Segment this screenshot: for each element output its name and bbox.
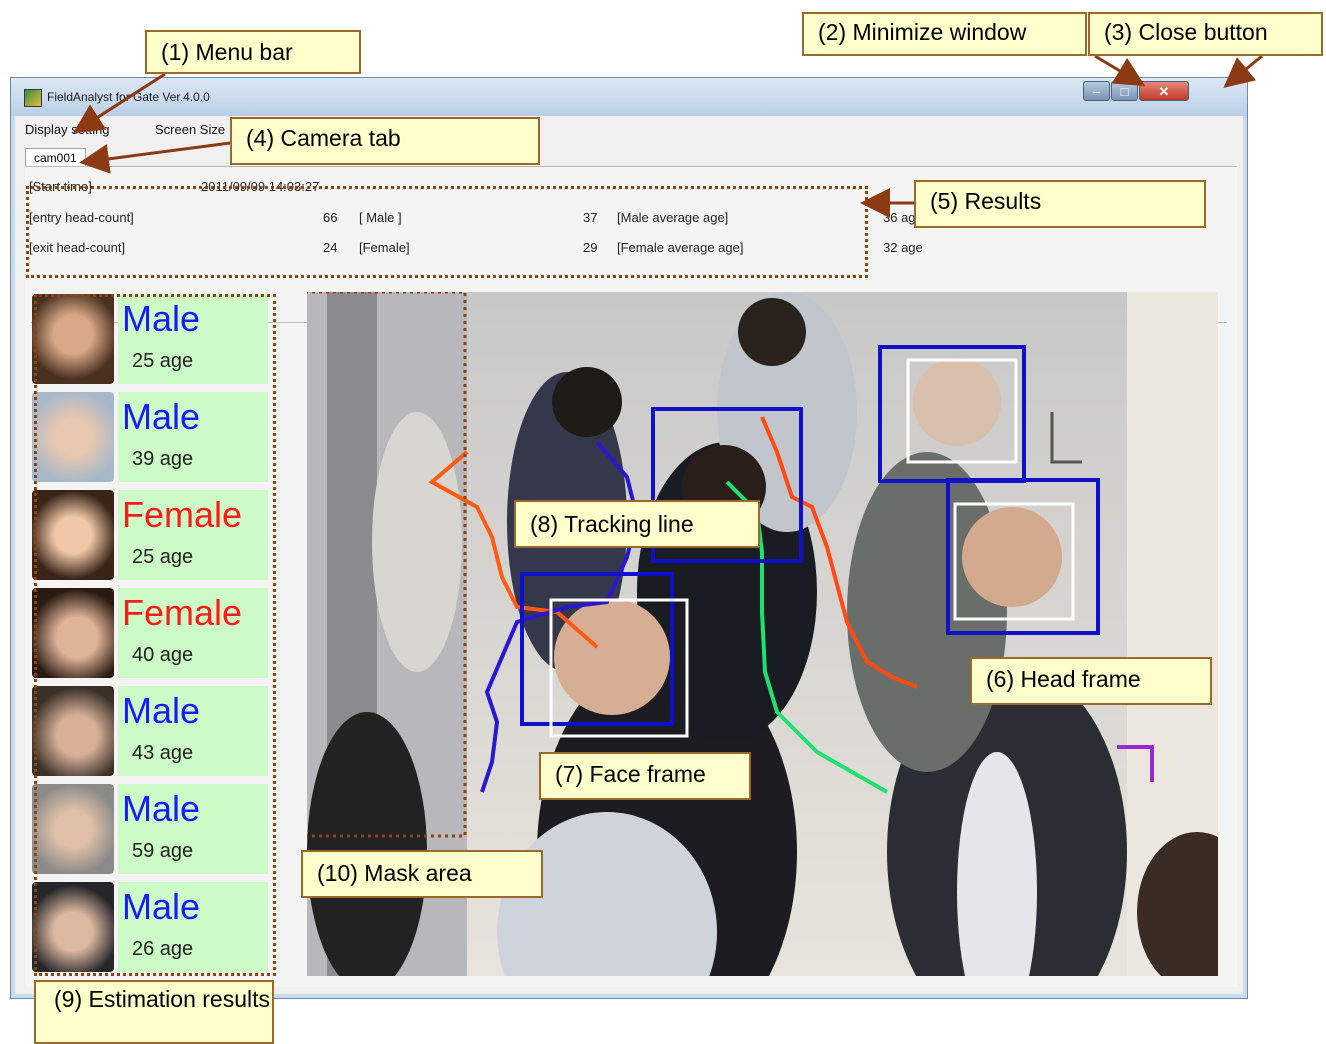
callout-results: (5) Results [914,180,1206,228]
callout-face-frame: (7) Face frame [539,752,751,800]
callout-close-button: (3) Close button [1088,12,1323,56]
callout-camera-tab: (4) Camera tab [230,117,540,165]
callout-menu-bar: (1) Menu bar [145,30,361,74]
callout-mask-area: (10) Mask area [301,850,543,898]
callout-minimize-window: (2) Minimize window [802,12,1087,56]
callout-tracking-line: (8) Tracking line [514,500,760,548]
callout-head-frame: (6) Head frame [970,657,1212,705]
callout-estimation-results: (9) Estimation results [34,980,274,1044]
